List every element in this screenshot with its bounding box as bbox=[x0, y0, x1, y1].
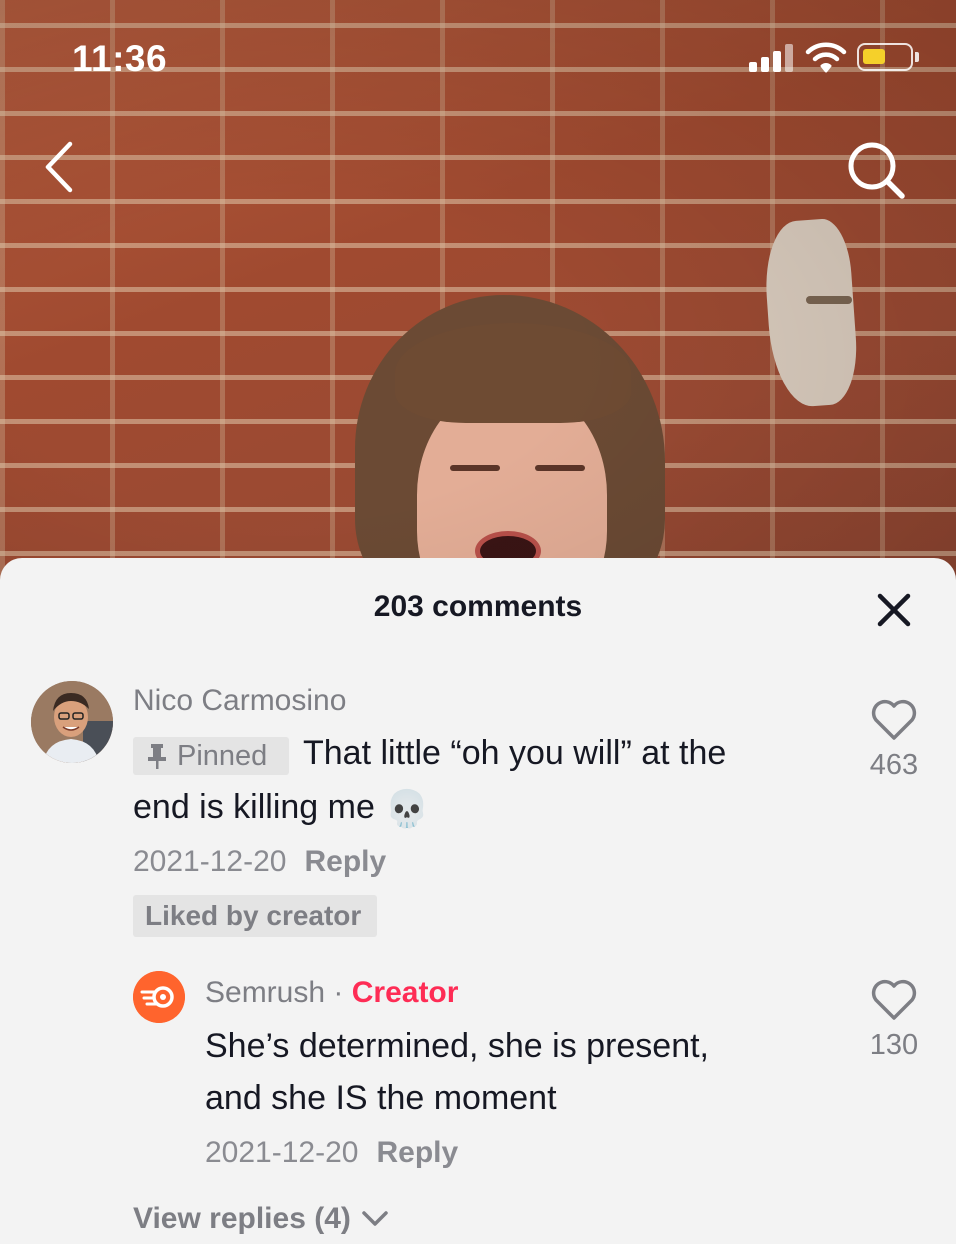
status-time: 11:36 bbox=[72, 38, 168, 79]
avatar[interactable] bbox=[31, 681, 113, 763]
like-button[interactable]: 463 bbox=[854, 698, 934, 782]
pin-icon bbox=[148, 744, 166, 769]
reply-button[interactable]: Reply bbox=[304, 845, 386, 878]
view-replies-button[interactable]: View replies (4) bbox=[133, 1202, 389, 1236]
cellular-signal-icon bbox=[749, 44, 793, 72]
close-icon[interactable] bbox=[872, 588, 916, 632]
comment-text-line1: That little “oh you will” at the bbox=[303, 734, 727, 772]
comment-text: end is killing me bbox=[133, 788, 375, 826]
reply-button[interactable]: Reply bbox=[376, 1136, 458, 1169]
video-shade bbox=[0, 0, 956, 600]
heart-outline-icon[interactable] bbox=[870, 978, 918, 1022]
skull-emoji: 💀 bbox=[384, 788, 430, 830]
reply-meta: 2021-12-20 Reply bbox=[205, 1136, 458, 1170]
comments-count-title: 203 comments bbox=[373, 590, 583, 623]
like-count: 463 bbox=[869, 749, 919, 781]
creator-badge: Creator bbox=[351, 976, 459, 1009]
semrush-avatar[interactable] bbox=[133, 971, 185, 1023]
battery-level bbox=[863, 49, 885, 64]
liked-by-creator-badge: Liked by creator bbox=[133, 895, 377, 937]
comment-meta: 2021-12-20 Reply bbox=[133, 845, 386, 879]
reply-date: 2021-12-20 bbox=[205, 1136, 359, 1169]
pinned-label: Pinned bbox=[177, 739, 268, 772]
reply-username-row: Semrush · Creator bbox=[205, 976, 458, 1010]
comment-username[interactable]: Nico Carmosino bbox=[133, 684, 346, 718]
video-player[interactable] bbox=[0, 0, 956, 600]
comment-text-line2: end is killing me 💀 bbox=[133, 788, 430, 830]
comments-sheet: 203 comments Nico Carmosino Pinned That … bbox=[0, 558, 956, 1244]
chevron-left-icon[interactable] bbox=[38, 138, 84, 198]
battery-icon bbox=[857, 43, 913, 71]
reply-text-line1: She’s determined, she is present, bbox=[205, 1027, 709, 1065]
comment-date: 2021-12-20 bbox=[133, 845, 287, 878]
heart-outline-icon[interactable] bbox=[870, 698, 918, 742]
battery-tip bbox=[915, 52, 919, 62]
pinned-badge: Pinned bbox=[133, 737, 289, 775]
like-count: 130 bbox=[869, 1029, 919, 1061]
view-replies-label: View replies (4) bbox=[133, 1202, 351, 1235]
reply-username[interactable]: Semrush bbox=[205, 976, 325, 1009]
separator-dot: · bbox=[333, 976, 344, 1009]
reply-text-line2: and she IS the moment bbox=[205, 1079, 557, 1117]
search-icon[interactable] bbox=[844, 138, 908, 202]
chevron-down-icon bbox=[362, 1211, 388, 1226]
wifi-icon bbox=[805, 42, 847, 73]
reply-like-button[interactable]: 130 bbox=[854, 978, 934, 1062]
